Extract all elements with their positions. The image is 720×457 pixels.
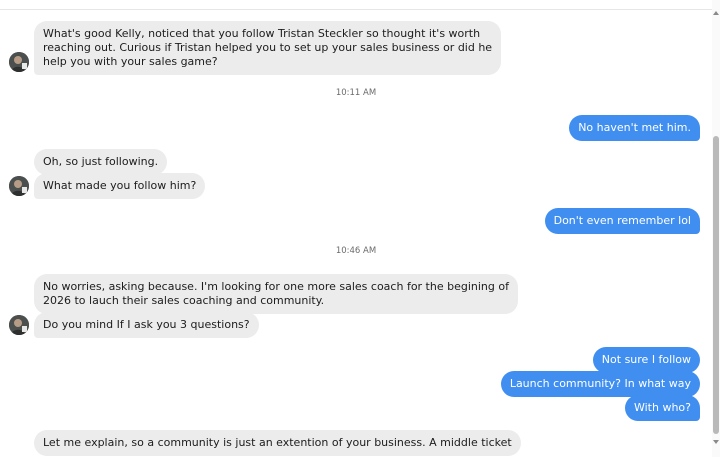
avatar-icon xyxy=(9,176,29,196)
scrollbar[interactable] xyxy=(712,0,720,457)
message-line: Do you mind If I ask you 3 questions? xyxy=(43,318,250,331)
outgoing-message[interactable]: Don't even remember lol xyxy=(544,208,700,234)
incoming-message[interactable]: What made you follow him? xyxy=(34,173,206,199)
message-line: With who? xyxy=(633,401,691,414)
message-line: 2026 to lauch their sales coaching and c… xyxy=(43,294,325,307)
message-thread[interactable]: What's good Kelly, noticed that you foll… xyxy=(0,0,712,457)
incoming-message[interactable]: Do you mind If I ask you 3 questions? xyxy=(34,312,259,338)
message-line: What's good Kelly, noticed that you foll… xyxy=(43,27,481,40)
outgoing-message[interactable]: Launch community? In what way xyxy=(500,371,700,397)
message-line: What made you follow him? xyxy=(43,179,197,192)
message-line: reaching out. Curious if Tristan helped … xyxy=(43,41,493,54)
avatar-icon xyxy=(9,315,29,335)
incoming-message[interactable]: Let me explain, so a community is just a… xyxy=(34,430,521,456)
message-line: Don't even remember lol xyxy=(553,214,691,227)
scrollbar-thumb[interactable] xyxy=(713,136,719,434)
chat-window: What's good Kelly, noticed that you foll… xyxy=(0,0,720,457)
incoming-message[interactable]: Oh, so just following. xyxy=(34,149,168,175)
message-line: help you with your sales game? xyxy=(43,55,218,68)
outgoing-message[interactable]: No haven't met him. xyxy=(569,115,700,141)
avatar[interactable] xyxy=(9,315,29,335)
message-line: No worries, asking because. I'm looking … xyxy=(43,280,509,293)
message-line: Let me explain, so a community is just a… xyxy=(43,436,512,449)
message-line: Not sure I follow xyxy=(601,353,691,366)
timestamp: 10:11 AM xyxy=(335,88,377,98)
avatar[interactable] xyxy=(9,52,29,72)
message-line: Oh, so just following. xyxy=(43,155,159,168)
message-line: Launch community? In what way xyxy=(509,377,691,390)
timestamp: 10:46 AM xyxy=(335,246,377,256)
avatar[interactable] xyxy=(9,176,29,196)
avatar-icon xyxy=(9,52,29,72)
incoming-message[interactable]: No worries, asking because. I'm looking … xyxy=(34,274,518,314)
outgoing-message[interactable]: Not sure I follow xyxy=(592,347,700,373)
outgoing-message[interactable]: With who? xyxy=(624,395,700,421)
scroll-up-arrow-icon[interactable] xyxy=(713,11,719,15)
scroll-down-arrow-icon[interactable] xyxy=(713,440,719,444)
incoming-message[interactable]: What's good Kelly, noticed that you foll… xyxy=(34,21,502,75)
message-line: No haven't met him. xyxy=(578,121,691,134)
